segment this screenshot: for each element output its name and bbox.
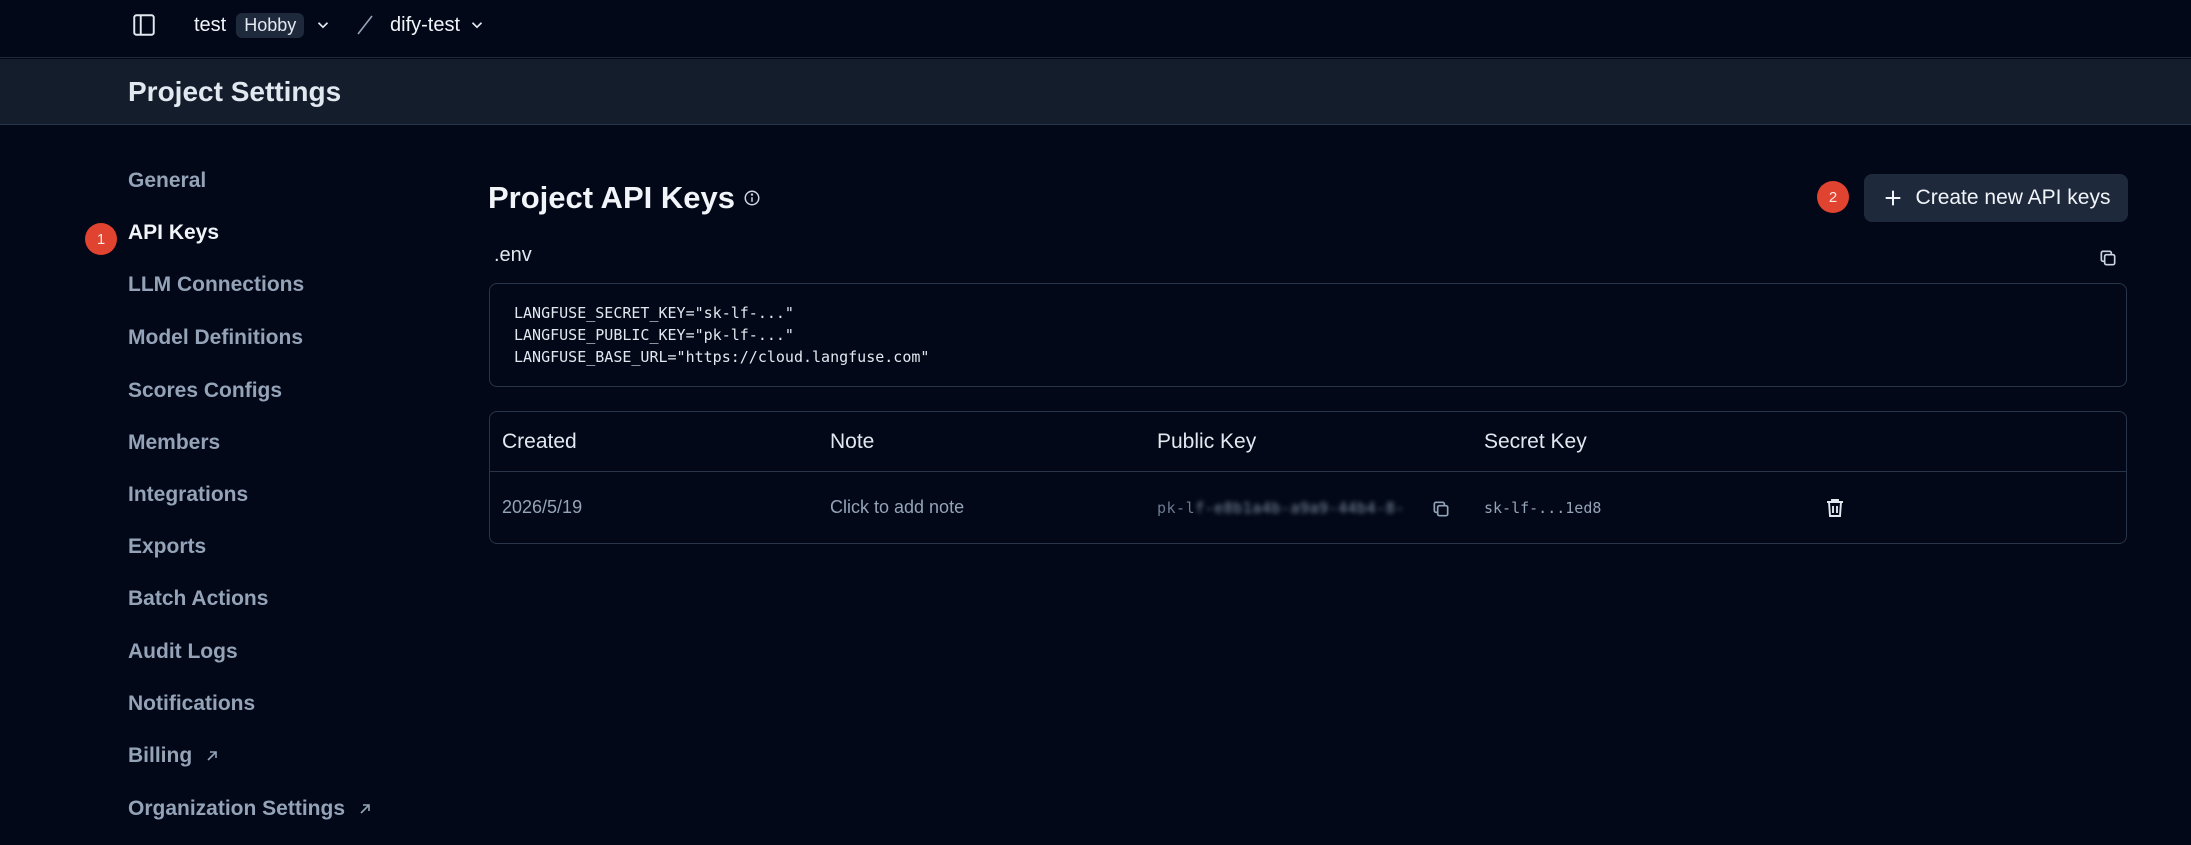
info-icon[interactable] [743, 189, 761, 207]
plan-badge: Hobby [236, 12, 305, 38]
create-api-keys-button[interactable]: Create new API keys [1864, 174, 2128, 222]
created-date: 2026/5/19 [502, 497, 583, 517]
organization-name: test [194, 13, 227, 36]
nav-item-label: Notifications [128, 692, 256, 715]
sidebar-toggle-button[interactable] [130, 12, 158, 38]
nav-item-billing[interactable]: Billing [128, 739, 220, 773]
nav-item-exports[interactable]: Exports [128, 530, 206, 564]
create-button-label: Create new API keys [1915, 186, 2111, 209]
project-switcher[interactable]: dify-test [390, 12, 486, 38]
nav-item-model-definitions[interactable]: Model Definitions [128, 321, 303, 355]
copy-icon [2098, 248, 2120, 268]
column-header-note: Note [830, 430, 875, 453]
nav-item-label: Integrations [128, 483, 249, 506]
chevron-down-icon [468, 16, 486, 34]
nav-item-label: Members [128, 431, 221, 454]
project-name: dify-test [390, 13, 461, 36]
nav-item-members[interactable]: Members [128, 426, 220, 460]
external-link-icon [204, 748, 220, 764]
nav-item-label: LLM Connections [128, 273, 305, 296]
nav-item-label: Organization Settings [128, 797, 346, 820]
env-line-public-key: LANGFUSE_PUBLIC_KEY="pk-lf-..." [514, 326, 794, 344]
nav-item-label: Billing [128, 744, 193, 767]
add-note-button[interactable]: Click to add note [830, 497, 964, 518]
plus-icon [1882, 187, 1904, 209]
env-line-base-url: LANGFUSE_BASE_URL="https://cloud.langfus… [514, 348, 930, 366]
nav-item-scores-configs[interactable]: Scores Configs [128, 374, 282, 408]
nav-item-integrations[interactable]: Integrations [128, 478, 248, 512]
nav-item-label: Exports [128, 535, 207, 558]
nav-item-label: Model Definitions [128, 326, 303, 349]
external-link-icon [357, 801, 373, 817]
section-header: Project API Keys [488, 178, 761, 218]
nav-item-label: Audit Logs [128, 640, 238, 663]
copy-icon [1431, 499, 1451, 519]
nav-item-notifications[interactable]: Notifications [128, 687, 255, 721]
api-keys-table: Created Note Public Key Secret Key 2026/… [489, 411, 2127, 544]
table-header: Created Note Public Key Secret Key [490, 412, 2126, 472]
step-marker-1: 1 [85, 223, 117, 255]
nav-item-audit-logs[interactable]: Audit Logs [128, 635, 238, 669]
column-header-created: Created [502, 430, 577, 453]
env-label: .env [494, 244, 532, 266]
nav-item-label: Batch Actions [128, 587, 269, 610]
column-header-secret-key: Secret Key [1484, 430, 1587, 453]
section-title: Project API Keys [488, 180, 735, 215]
secret-key-value: sk-lf-...1ed8 [1484, 499, 1602, 517]
public-key-prefix: pk-l [1157, 499, 1196, 517]
public-key-masked: f-e8b1a4b-a9a9-44b4-8- [1195, 499, 1405, 517]
top-bar: test Hobby dify-test [0, 0, 2191, 58]
public-key-value: pk-lf-e8b1a4b-a9a9-44b4-8- [1157, 499, 1405, 517]
trash-icon [1823, 496, 1847, 520]
nav-item-label: API Keys [128, 221, 220, 244]
column-header-public-key: Public Key [1157, 430, 1257, 453]
sidebar-panel-icon [131, 12, 157, 38]
nav-item-llm-connections[interactable]: LLM Connections [128, 268, 304, 302]
chevron-down-icon [314, 16, 332, 34]
breadcrumb-separator-icon [354, 13, 376, 37]
nav-item-label: General [128, 169, 207, 192]
nav-item-organization-settings[interactable]: Organization Settings [128, 792, 373, 826]
page-title: Project Settings [128, 76, 342, 107]
env-line-secret-key: LANGFUSE_SECRET_KEY="sk-lf-..." [514, 304, 794, 322]
copy-public-key-button[interactable] [1431, 499, 1451, 519]
nav-item-batch-actions[interactable]: Batch Actions [128, 582, 268, 616]
organization-switcher[interactable]: test Hobby [194, 12, 332, 38]
env-snippet: LANGFUSE_SECRET_KEY="sk-lf-..." LANGFUSE… [489, 283, 2127, 387]
copy-env-button[interactable] [2098, 248, 2120, 270]
page-header: Project Settings [0, 59, 2191, 125]
nav-item-general[interactable]: General [128, 164, 206, 198]
nav-item-label: Scores Configs [128, 379, 283, 402]
nav-item-api-keys[interactable]: API Keys [128, 216, 219, 250]
delete-key-button[interactable] [1823, 496, 1847, 520]
step-marker-2: 2 [1817, 181, 1849, 213]
